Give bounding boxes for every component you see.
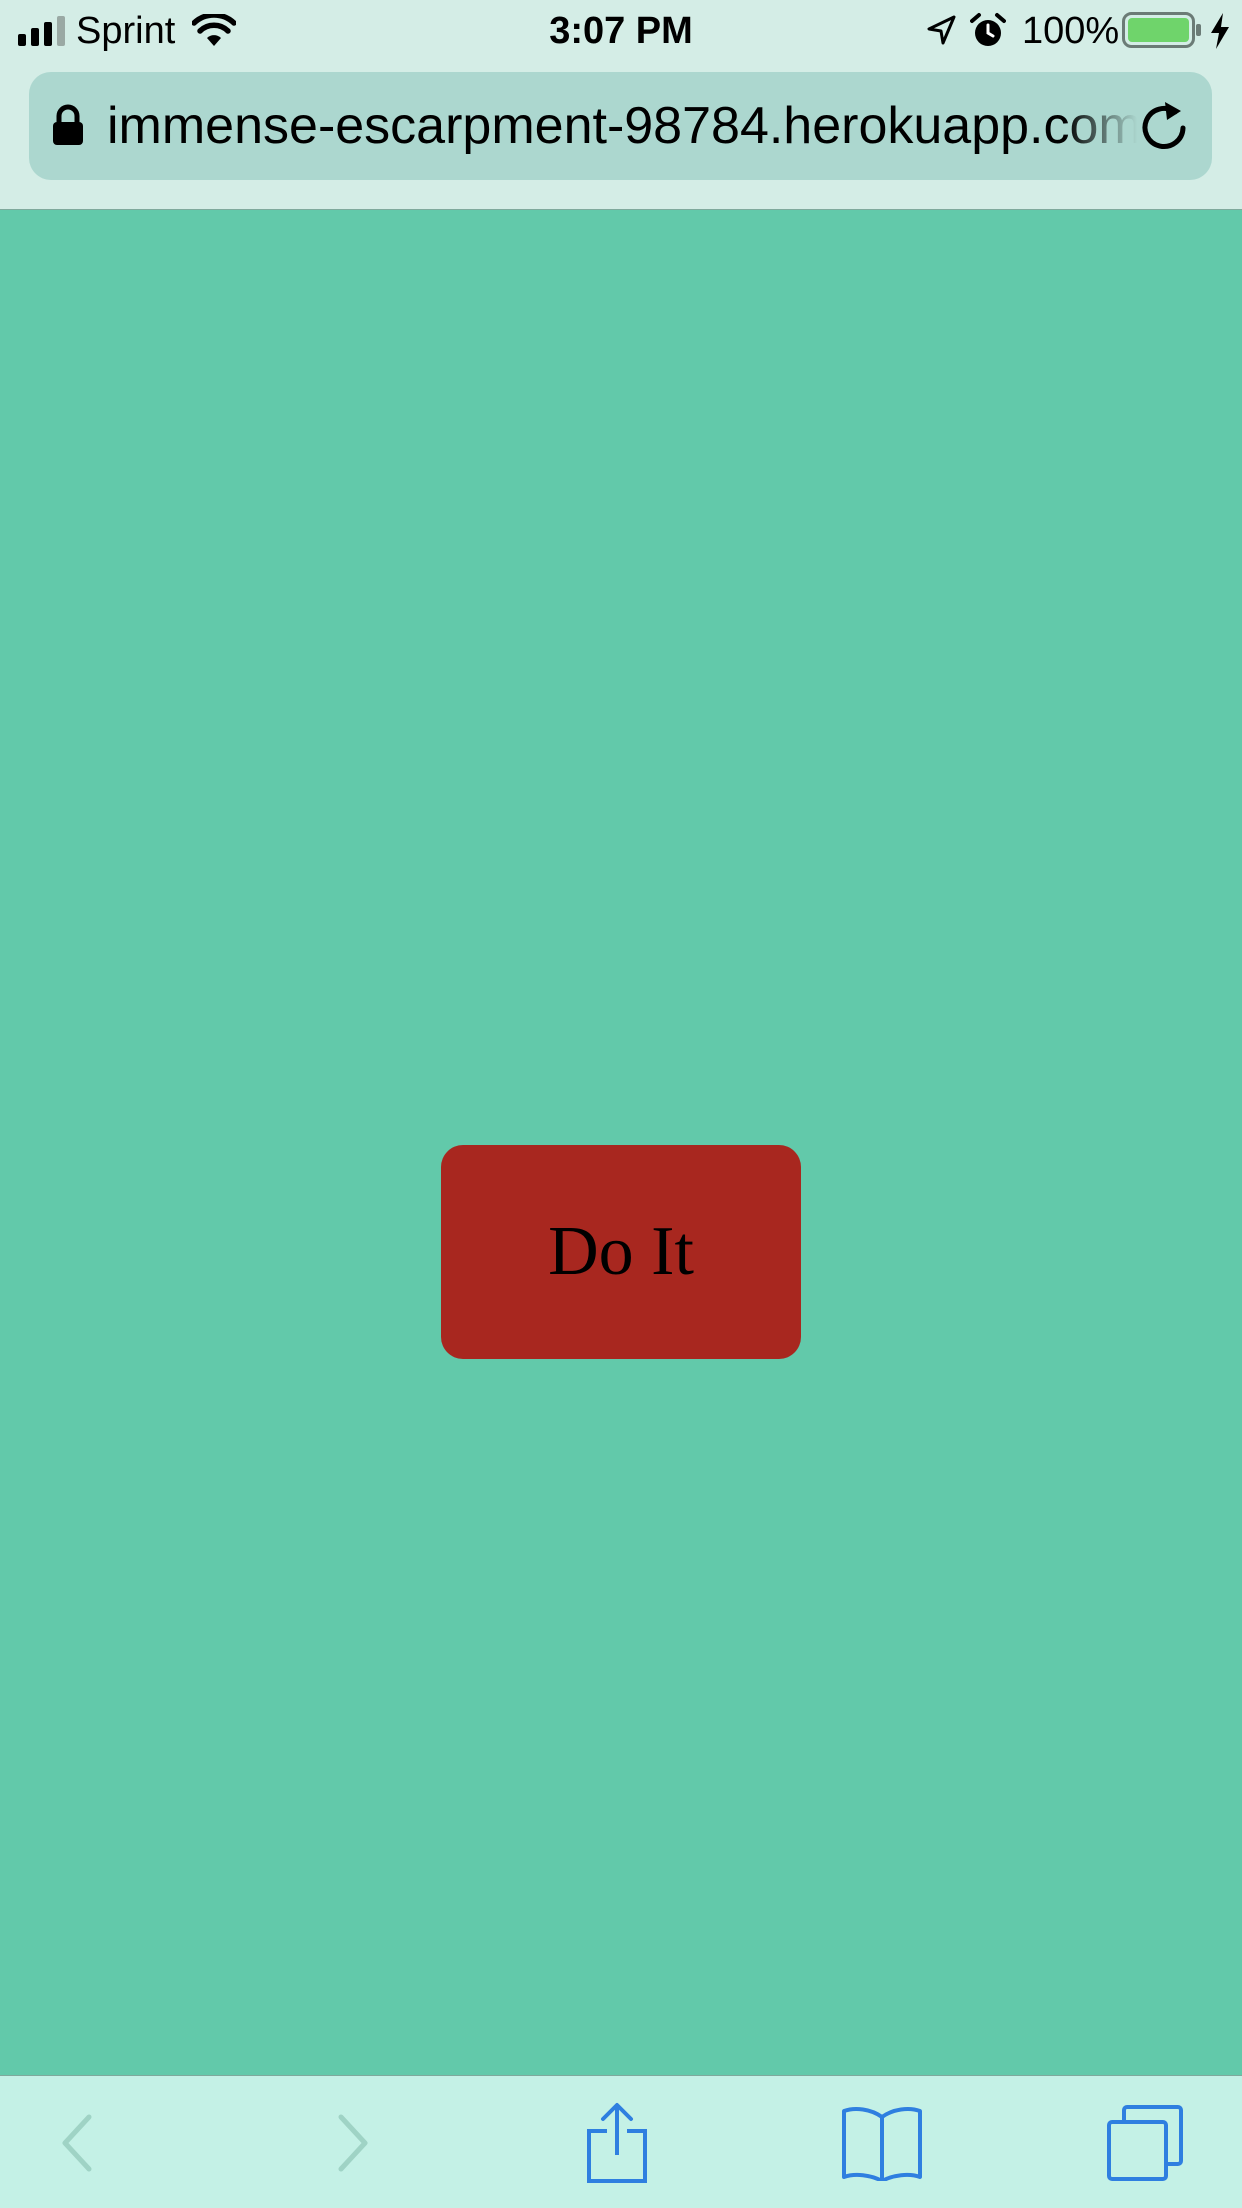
screen: Sprint 3:07 PM 100% immense-escarpment-9… xyxy=(0,0,1242,2208)
forward-button[interactable] xyxy=(288,2076,418,2208)
lock-icon xyxy=(53,104,83,145)
tabs-icon xyxy=(1107,2104,1183,2181)
reload-icon[interactable] xyxy=(1137,98,1193,154)
alarm-icon xyxy=(970,13,1006,46)
browser-top-chrome: Sprint 3:07 PM 100% immense-escarpment-9… xyxy=(0,0,1242,210)
back-chevron-icon xyxy=(62,2114,92,2171)
location-icon xyxy=(927,15,956,45)
tabs-button[interactable] xyxy=(1080,2076,1210,2208)
bookmarks-button[interactable] xyxy=(817,2076,947,2208)
forward-chevron-icon xyxy=(338,2114,368,2171)
back-button[interactable] xyxy=(12,2076,142,2208)
battery-icon xyxy=(1122,12,1201,48)
battery-percent: 100% xyxy=(1022,10,1120,52)
status-bar: Sprint 3:07 PM 100% xyxy=(0,0,1242,62)
share-icon xyxy=(587,2102,647,2183)
do-it-button[interactable]: Do It xyxy=(441,1145,801,1359)
bottom-toolbar xyxy=(0,2075,1242,2208)
bookmarks-icon xyxy=(842,2106,922,2181)
charging-icon xyxy=(1211,13,1229,49)
address-bar[interactable]: immense-escarpment-98784.herokuapp.com xyxy=(29,72,1212,180)
share-button[interactable] xyxy=(552,2076,682,2208)
url-text[interactable]: immense-escarpment-98784.herokuapp.com xyxy=(107,96,1137,156)
